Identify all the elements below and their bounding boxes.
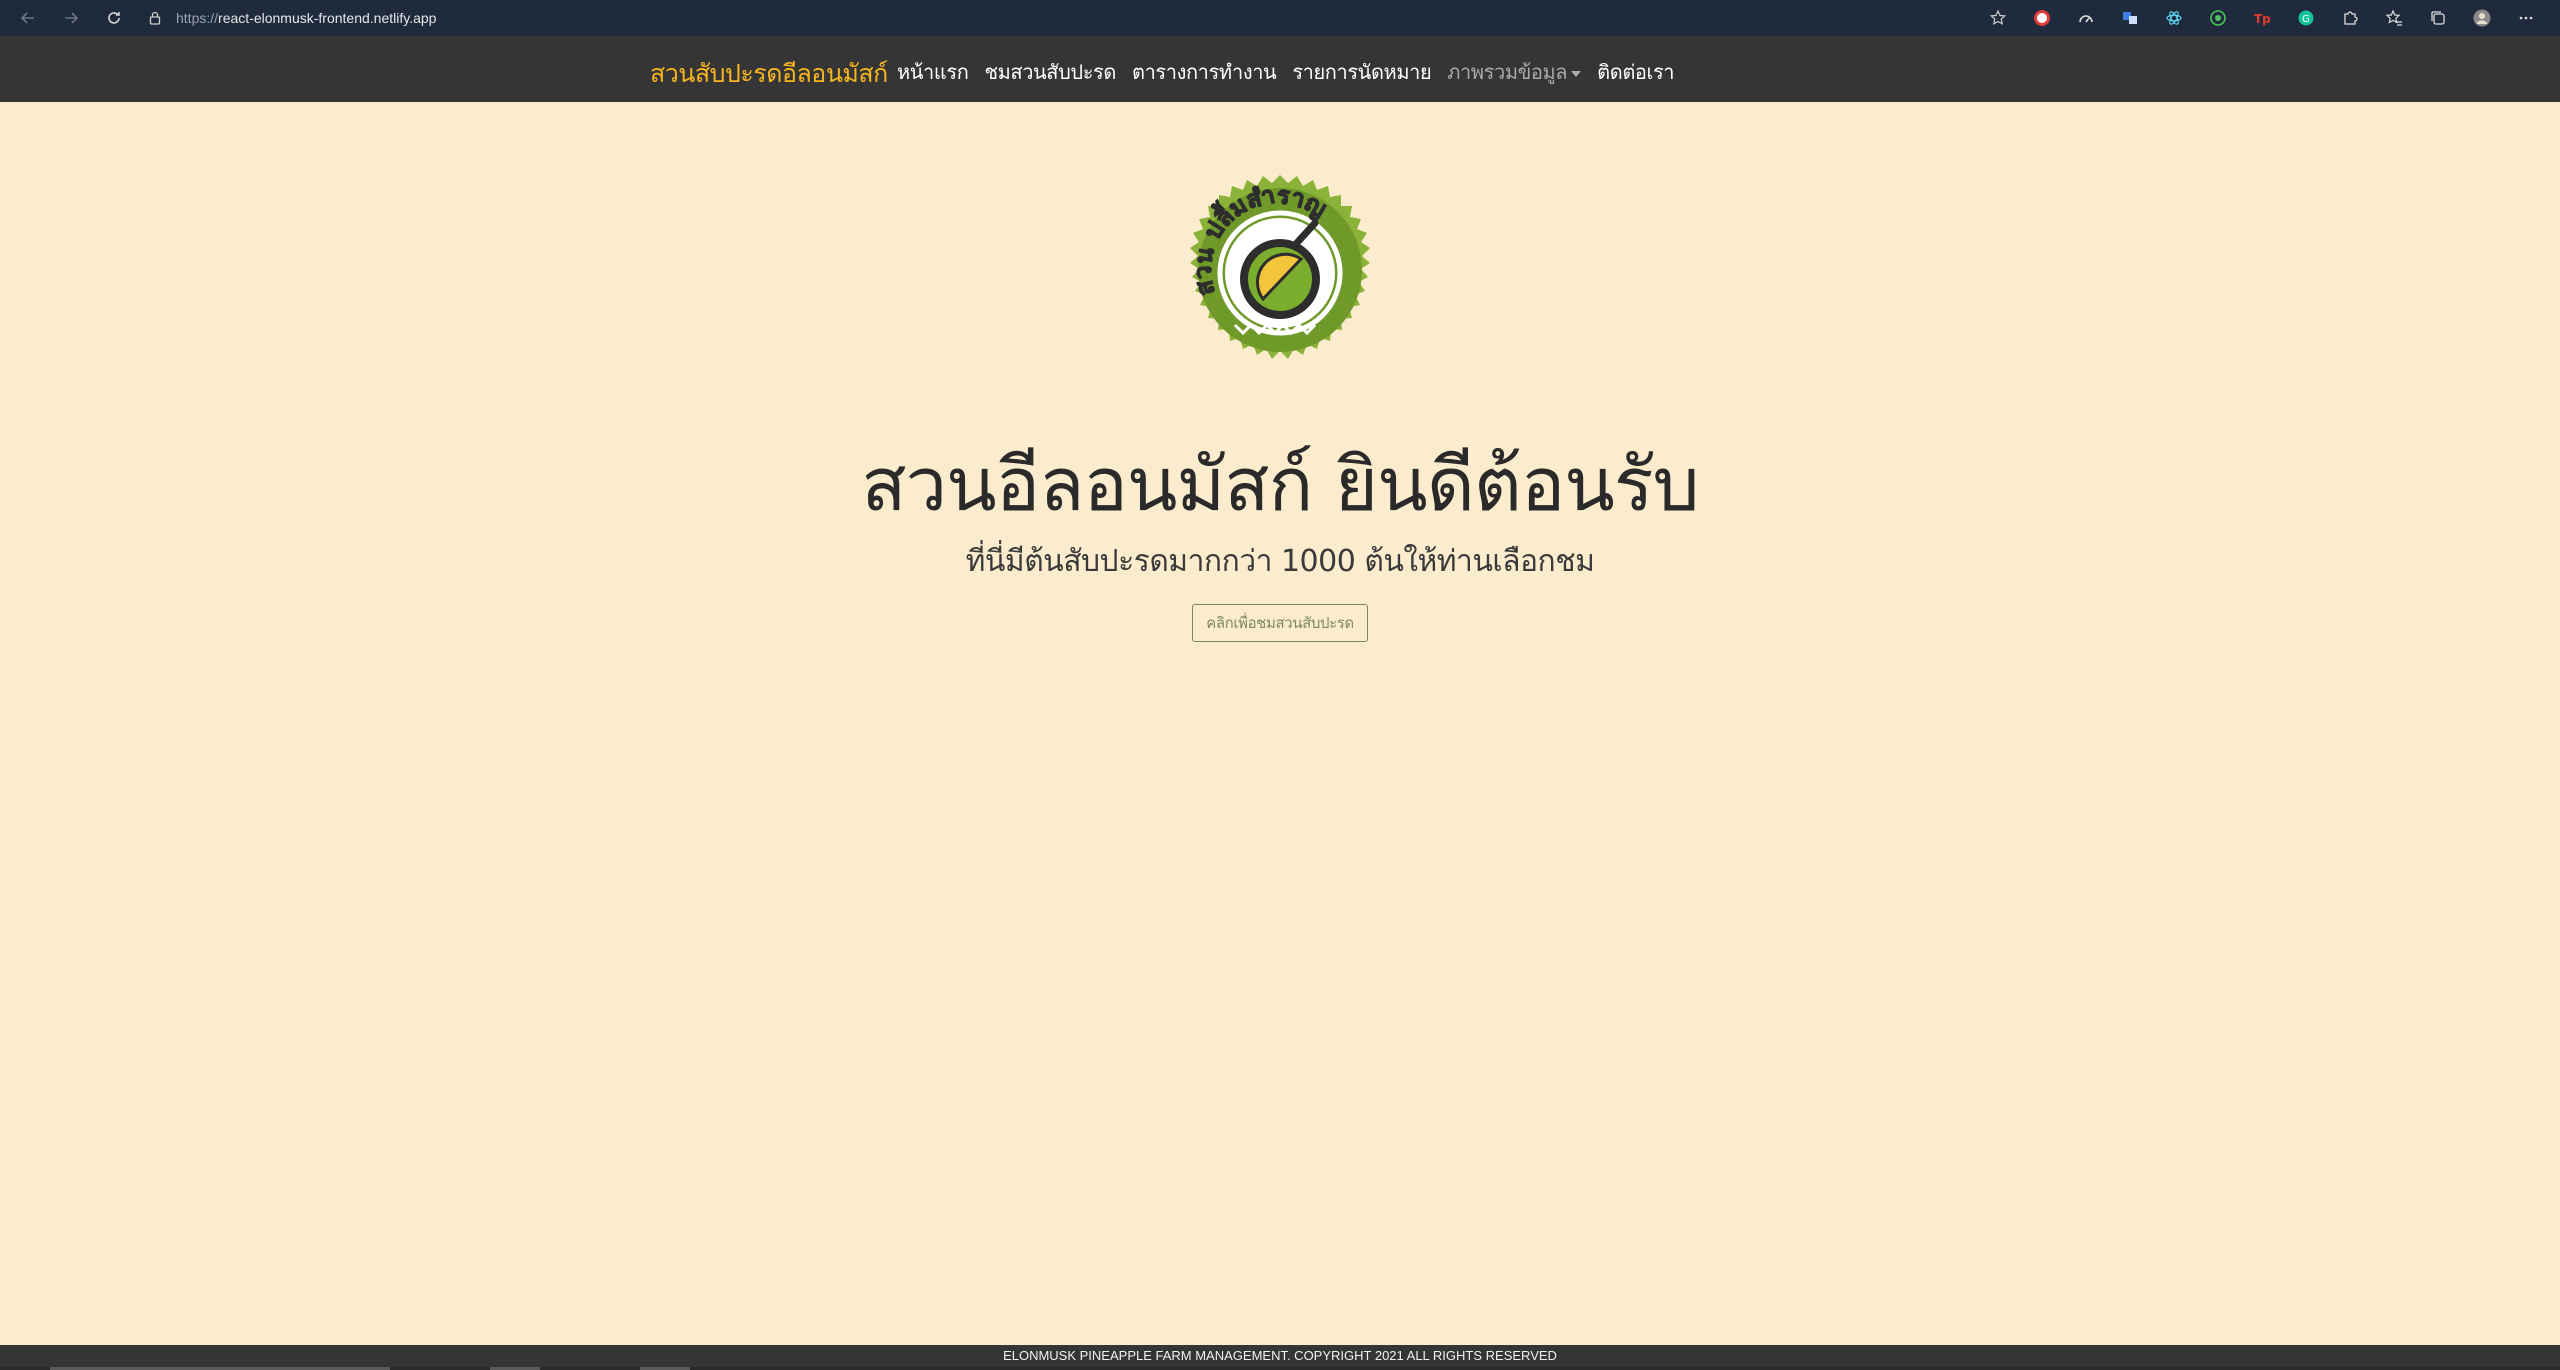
forward-button[interactable] [56, 3, 86, 33]
green-extension[interactable] [2196, 0, 2240, 36]
caret-down-icon [1571, 70, 1582, 77]
react-icon [2166, 11, 2182, 25]
react-devtools-extension[interactable] [2152, 0, 2196, 36]
nav-links: หน้าแรก ชมสวนสับปะรด ตารางการทำงาน รายกา… [897, 56, 1675, 88]
favorites-button[interactable] [2372, 0, 2416, 36]
nav-home[interactable]: หน้าแรก [897, 56, 969, 88]
translate-icon [2123, 12, 2137, 24]
tp-extension[interactable]: Tp [2240, 0, 2284, 36]
puzzle-icon [2344, 11, 2358, 25]
profile-button[interactable] [2460, 0, 2504, 36]
arrow-right-icon [65, 12, 79, 24]
favorites-icon [2385, 9, 2402, 26]
footer-copyright: ELONMUSK PINEAPPLE FARM MANAGEMENT. COPY… [1003, 1348, 1557, 1363]
grammarly-extension[interactable]: G [2284, 0, 2328, 36]
hero-title: สวนอีลอนมัสก์ ยินดีต้อนรับ [861, 442, 1699, 528]
url-host: react-elonmusk-frontend.netlify.app [218, 10, 437, 26]
arrow-left-icon [20, 12, 34, 24]
view-farm-button[interactable]: คลิกเพื่อชมสวนสับปะรด [1192, 604, 1368, 642]
nav-schedule[interactable]: ตารางการทำงาน [1132, 56, 1277, 88]
grammarly-icon: G [2298, 10, 2314, 26]
url-scheme: https:// [176, 10, 219, 26]
nav-view-farm[interactable]: ชมสวนสับปะรด [984, 56, 1116, 88]
reload-icon [108, 12, 120, 24]
extensions-button[interactable] [2328, 0, 2372, 36]
farm-logo: สวน ปลื้มสำราญ [1188, 175, 1370, 359]
collections-button[interactable] [2416, 0, 2460, 36]
settings-menu-button[interactable] [2504, 0, 2548, 36]
tp-icon: Tp [2254, 12, 2271, 26]
gauge-icon [2079, 15, 2093, 23]
speed-extension[interactable] [2064, 0, 2108, 36]
nav-overview-dropdown[interactable]: ภาพรวมข้อมูล [1447, 56, 1582, 88]
site-footer: ELONMUSK PINEAPPLE FARM MANAGEMENT. COPY… [0, 1345, 2560, 1370]
svg-text:Tp: Tp [2254, 12, 2271, 26]
translate-extension[interactable] [2108, 0, 2152, 36]
star-plus-icon [1989, 9, 2007, 25]
nav-overview-label: ภาพรวมข้อมูล [1447, 60, 1568, 84]
svg-text:G: G [2302, 14, 2310, 25]
favorite-star-button[interactable] [1976, 0, 2020, 36]
lock-icon [149, 11, 161, 25]
extensions-area: Tp G [1976, 0, 2548, 36]
adblock-extension[interactable] [2020, 0, 2064, 36]
more-dots-icon [2519, 16, 2533, 20]
brand-link[interactable]: สวนสับปะรดอีลอนมัสก์ [650, 54, 888, 94]
nav-contact[interactable]: ติดต่อเรา [1597, 56, 1674, 88]
back-button[interactable] [13, 3, 43, 33]
address-bar[interactable]: https://react-elonmusk-frontend.netlify.… [148, 0, 436, 36]
browser-toolbar: https://react-elonmusk-frontend.netlify.… [0, 0, 2560, 36]
hero-subtitle: ที่นี่มีต้นสับปะรดมากกว่า 1000 ต้นให้ท่า… [965, 544, 1595, 579]
avatar-icon [2473, 9, 2491, 27]
site-navbar: สวนสับปะรดอีลอนมัสก์ หน้าแรก ชมสวนสับปะร… [0, 36, 2560, 102]
collections-icon [2431, 11, 2445, 25]
adblock-icon [2034, 10, 2050, 26]
reload-button[interactable] [99, 3, 129, 33]
nav-appointments[interactable]: รายการนัดหมาย [1292, 56, 1431, 88]
circle-target-icon [2210, 10, 2226, 26]
